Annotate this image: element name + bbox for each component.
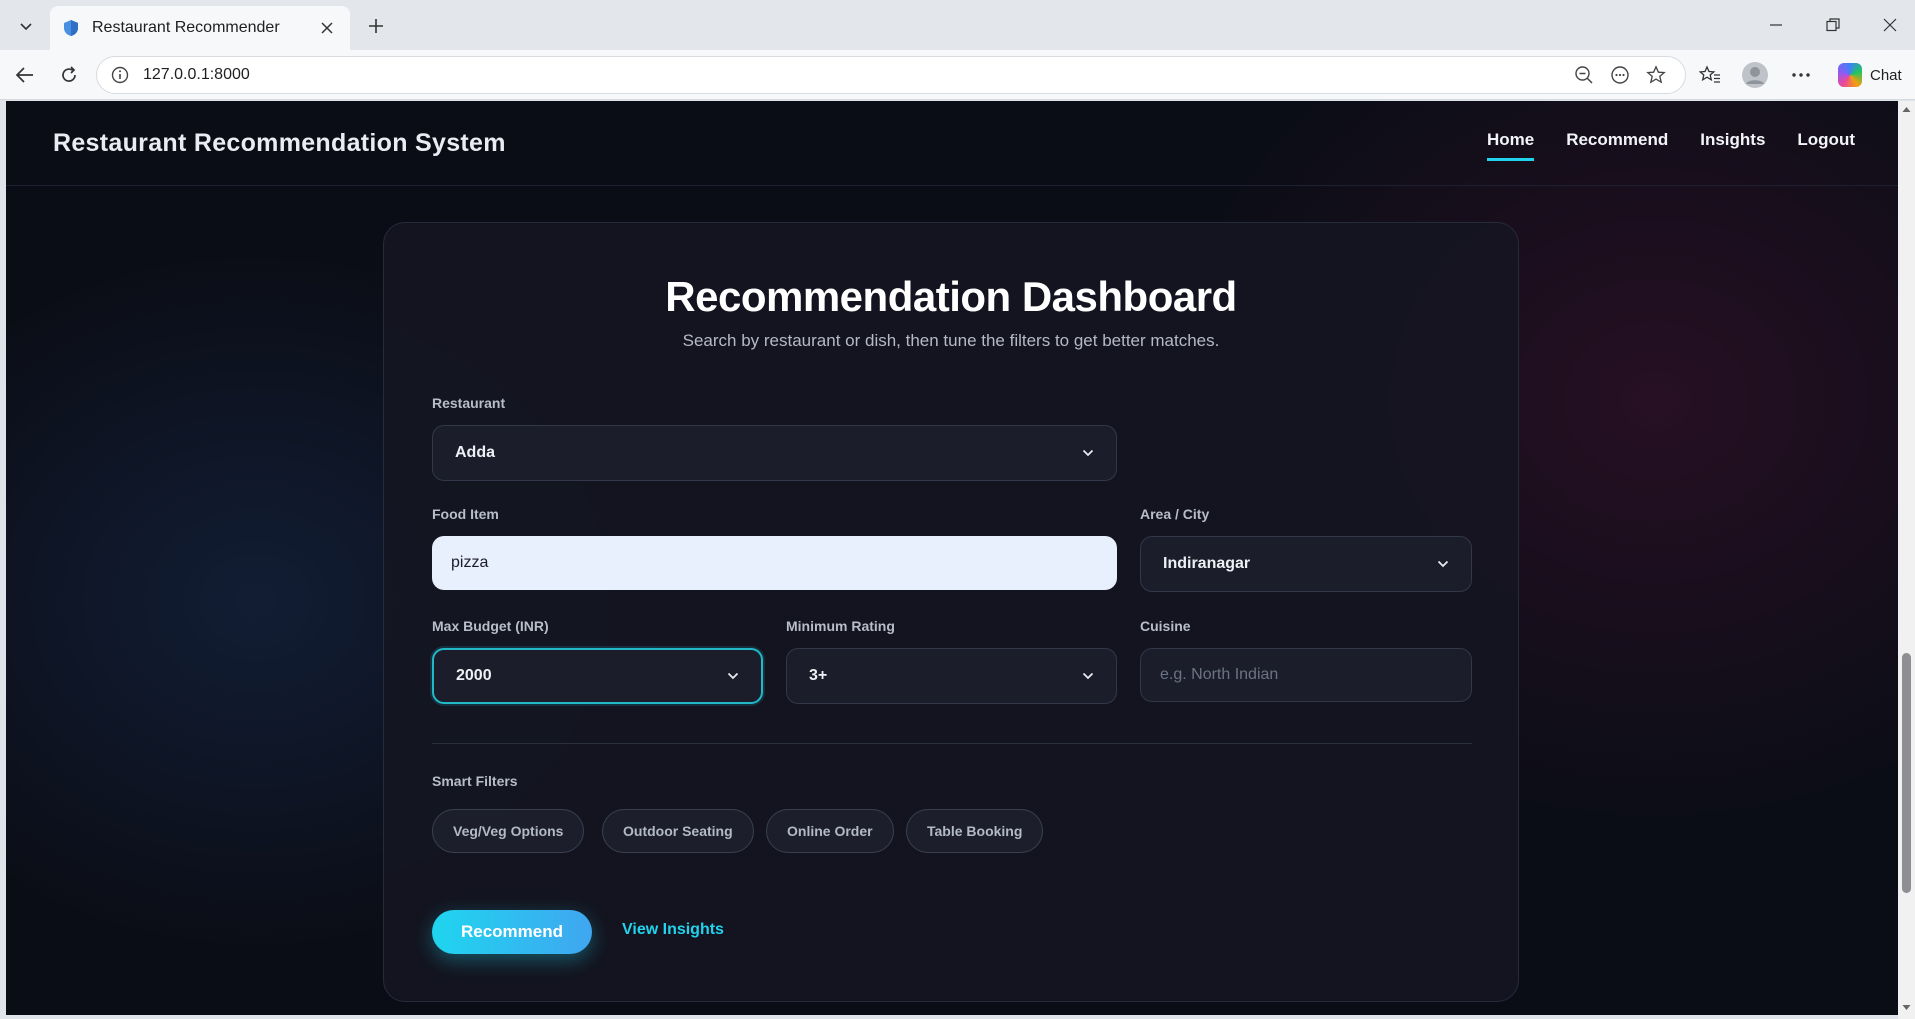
tab-title: Restaurant Recommender [92,19,280,36]
rating-select[interactable]: 3+ [786,648,1117,704]
shield-favicon-icon [64,20,78,36]
site-title[interactable]: Restaurant Recommendation System [53,129,506,158]
restore-button[interactable] [1815,10,1851,40]
section-divider [432,743,1472,744]
chevron-down-icon [1082,447,1094,459]
minimize-icon [1770,24,1782,26]
view-insights-link[interactable]: View Insights [622,921,724,939]
info-icon[interactable] [111,65,131,85]
page-subtitle: Search by restaurant or dish, then tune … [682,331,1220,350]
minimize-button[interactable] [1758,10,1794,40]
reload-icon [62,66,76,82]
chevron-down-icon [20,23,32,31]
cuisine-input[interactable]: e.g. North Indian [1140,648,1472,702]
nav-insights[interactable]: Insights [1700,130,1765,161]
chevron-down-icon [727,670,739,682]
copilot-icon [1838,63,1862,87]
page-title: Recommendation Dashboard [665,273,1237,320]
budget-select[interactable]: 2000 [432,648,763,704]
area-select[interactable]: Indiranagar [1140,536,1472,592]
tab-list-button[interactable] [10,10,42,42]
chevron-down-icon [1437,558,1449,570]
area-value: Indiranagar [1163,555,1251,572]
zoom-out-icon[interactable] [1569,60,1599,90]
close-icon [321,22,333,34]
site-header: Restaurant Recommendation System Home Re… [6,101,1898,186]
scroll-up-arrow-icon[interactable] [1902,105,1911,114]
nav-logout[interactable]: Logout [1797,130,1855,161]
back-button[interactable] [9,59,41,91]
nav-recommend[interactable]: Recommend [1566,130,1668,161]
chat-label: Chat [1870,66,1902,84]
more-options-circle-icon[interactable] [1605,60,1635,90]
arrow-left-icon [15,67,33,83]
address-bar[interactable]: 127.0.0.1:8000 [96,56,1686,94]
settings-menu-button[interactable] [1784,59,1818,91]
restaurant-label: Restaurant [432,395,506,411]
close-icon [1883,18,1897,32]
scrollbar-thumb[interactable] [1902,653,1911,893]
food-item-label: Food Item [432,506,499,522]
rating-label: Minimum Rating [786,618,895,634]
copilot-chat-button[interactable]: Chat [1830,58,1910,92]
smart-filters-label: Smart Filters [432,773,518,789]
budget-value: 2000 [456,667,492,684]
page-scrollbar[interactable] [1898,101,1915,1019]
restaurant-select[interactable]: Adda [432,425,1117,481]
browser-tab-bar: Restaurant Recommender [0,0,1915,50]
restore-icon [1826,18,1840,32]
budget-label: Max Budget (INR) [432,618,549,634]
page-viewport: Restaurant Recommendation System Home Re… [6,101,1898,1015]
scroll-down-arrow-icon[interactable] [1902,1003,1911,1012]
profile-button[interactable] [1738,59,1772,91]
cuisine-label: Cuisine [1140,618,1191,634]
filter-chip-veg[interactable]: Veg/Veg Options [432,809,585,853]
url-text[interactable]: 127.0.0.1:8000 [143,66,1563,84]
filter-chip-outdoor-seating[interactable]: Outdoor Seating [602,809,754,853]
close-window-button[interactable] [1872,10,1908,40]
rating-value: 3+ [809,667,828,684]
nav-home[interactable]: Home [1486,130,1535,161]
favorites-icon [1699,65,1720,83]
favorites-button[interactable] [1693,59,1727,91]
star-icon[interactable] [1641,60,1671,90]
avatar-icon [1742,62,1768,88]
filter-chip-online-order[interactable]: Online Order [766,809,894,853]
recommend-button[interactable]: Recommend [432,910,592,954]
food-item-input[interactable]: pizza [432,536,1117,590]
restaurant-value: Adda [455,444,495,461]
more-horizontal-icon [1792,73,1810,77]
reload-button[interactable] [53,59,85,91]
plus-icon [369,19,383,33]
new-tab-button[interactable] [362,12,390,40]
site-nav: Home Recommend Insights Logout [1486,130,1855,161]
tab-close-button[interactable] [316,17,338,39]
dashboard-card: Recommendation Dashboard Search by resta… [383,222,1519,1002]
browser-tab[interactable]: Restaurant Recommender [50,6,350,50]
browser-toolbar: 127.0.0.1:8000 Chat [0,50,1915,100]
chevron-down-icon [1082,670,1094,682]
filter-chip-table-booking[interactable]: Table Booking [906,809,1044,853]
area-label: Area / City [1140,506,1210,522]
